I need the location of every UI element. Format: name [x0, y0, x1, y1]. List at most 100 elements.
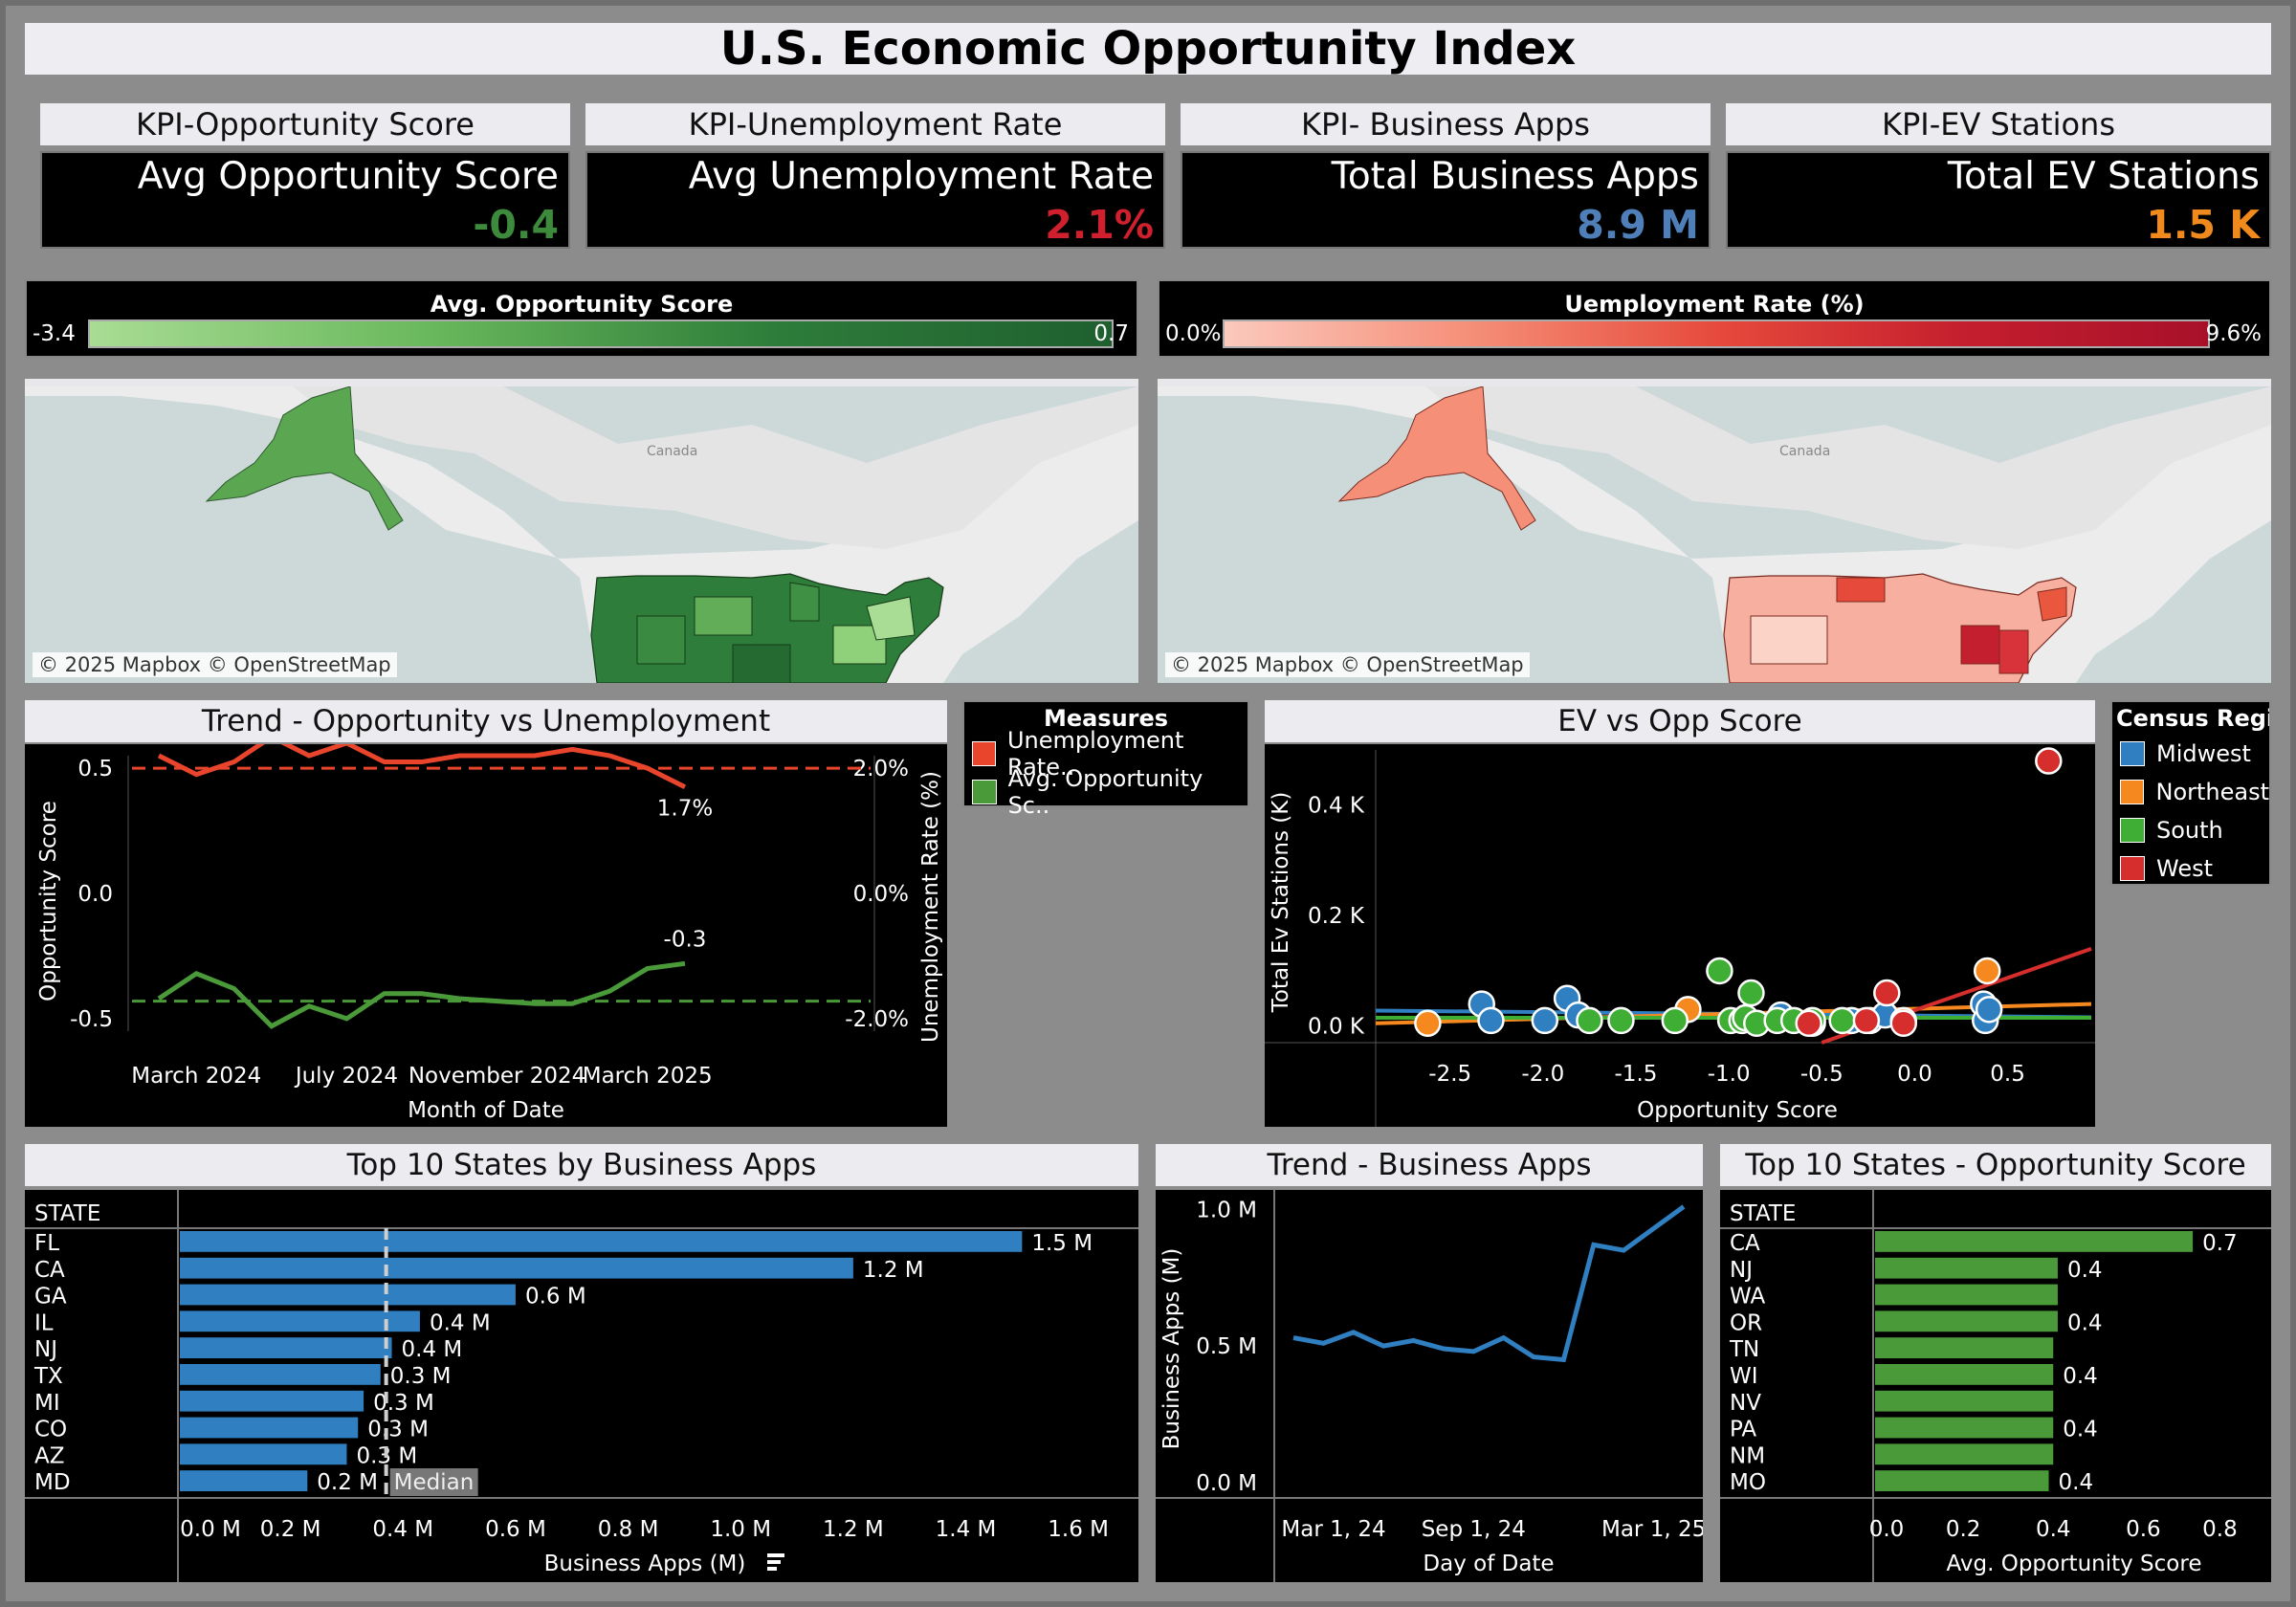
bar-value-label: 0.4 M — [402, 1337, 463, 1362]
business-apps-bar — [180, 1390, 364, 1412]
kpi-card[interactable]: Total EV Stations 1.5 K — [1726, 151, 2271, 249]
state-label: NJ — [1730, 1258, 1753, 1283]
kpi-card[interactable]: Avg Unemployment Rate 2.1% — [585, 151, 1165, 249]
census-legend-item[interactable]: West — [2112, 849, 2269, 888]
state-label: CA — [34, 1258, 65, 1283]
measures-legend: Measures Unemployment Rate.. Avg. Opportu… — [962, 700, 1249, 819]
state-label: IL — [34, 1310, 54, 1335]
top-apps-svg: STATE FL 1.5 M CA 1.2 M GA 0.6 M IL 0.4 M NJ 0.4 M… — [25, 1190, 1138, 1582]
business-apps-bar — [180, 1443, 347, 1465]
x-tick-label: Sep 1, 24 — [1422, 1517, 1526, 1542]
state-label: AZ — [34, 1443, 65, 1468]
x-axis-title: Month of Date — [408, 1098, 564, 1123]
bar-value-label: 1.5 M — [1031, 1231, 1093, 1256]
business-apps-bar — [180, 1337, 392, 1358]
top-apps-chart[interactable]: STATE FL 1.5 M CA 1.2 M GA 0.6 M IL 0.4 M NJ 0.4 M… — [25, 1190, 1138, 1582]
x-tick-label: 1.2 M — [823, 1517, 884, 1542]
trend-apps-chart[interactable]: 1.0 M 0.5 M 0.0 M Mar 1, 24 Sep 1, 24 Mar 1, … — [1156, 1190, 1706, 1582]
kpi-label: Avg Unemployment Rate — [688, 155, 1154, 198]
dashboard-title: U.S. Economic Opportunity Index — [25, 23, 2271, 75]
sort-icon — [767, 1567, 777, 1571]
unemp-map-credit[interactable]: © 2025 Mapbox © OpenStreetMap — [1165, 652, 1530, 677]
opportunity-bar — [1875, 1231, 2194, 1252]
left-tick-label: -0.5 — [70, 1007, 113, 1032]
state-label: NV — [1730, 1391, 1761, 1416]
bar-value-label: 0.6 M — [525, 1285, 586, 1310]
opportunity-bar — [1875, 1443, 2054, 1465]
kpi-card[interactable]: Avg Opportunity Score -0.4 — [40, 151, 570, 249]
legend-swatch — [2120, 741, 2145, 766]
x-tick-label: 0.6 — [2126, 1517, 2161, 1542]
opp-color-legend: Avg. Opportunity Score -3.4 0.7 — [25, 279, 1138, 358]
state-label: OR — [1730, 1310, 1762, 1335]
bar-value-label: 0.3 M — [367, 1418, 429, 1442]
y-tick-label: 0.5 M — [1196, 1334, 1257, 1359]
opp-map-credit[interactable]: © 2025 Mapbox © OpenStreetMap — [33, 652, 397, 677]
kpi-header: KPI-EV Stations — [1726, 103, 2271, 145]
y-axis-title: Total Ev Stations (K) — [1269, 792, 1293, 1014]
opp-legend-min: -3.4 — [33, 321, 76, 346]
business-apps-bar — [180, 1284, 516, 1306]
census-legend-item[interactable]: South — [2112, 811, 2269, 849]
kpi-card[interactable]: Total Business Apps 8.9 M — [1181, 151, 1711, 249]
opportunity-map[interactable]: Canada © 2025 Mapbox © OpenStreetMap — [25, 379, 1138, 683]
state-label: GA — [34, 1285, 67, 1310]
column-header-state: STATE — [1730, 1201, 1796, 1226]
trend-opp-unemp-chart[interactable]: 0.5 0.0 -0.5 2.0% 0.0% -2.0% March 2024 July 20… — [25, 734, 947, 1127]
kpi-header: KPI-Opportunity Score — [40, 103, 570, 145]
unemployment-map[interactable]: Canada © 2025 Mapbox © OpenStreetMap — [1158, 379, 2271, 683]
left-tick-label: 0.0 — [77, 882, 113, 907]
x-tick-label: 1.6 M — [1048, 1517, 1109, 1542]
x-tick-label: Mar 1, 25 — [1601, 1517, 1703, 1542]
x-tick-label: -0.5 — [1800, 1062, 1843, 1087]
top-opp-svg: STATE CA 0.7 NJ 0.4 WAOR 0.4 TNWI 0.4 NVPA 0.4 NMMO… — [1720, 1190, 2271, 1582]
trend-opp-unemp-svg: 0.5 0.0 -0.5 2.0% 0.0% -2.0% March 2024 July 20… — [36, 734, 943, 1123]
scatter-point-west — [1873, 979, 1901, 1007]
state-label: PA — [1730, 1418, 1756, 1442]
x-tick-label: 0.6 M — [485, 1517, 546, 1542]
scatter-point-south — [1661, 1006, 1689, 1035]
x-axis-title: Business Apps (M) — [544, 1552, 746, 1576]
kpi-header: KPI-Unemployment Rate — [585, 103, 1165, 145]
unemp-legend-title: Uemployment Rate (%) — [1564, 291, 1865, 318]
scatter-point-midwest — [1531, 1006, 1559, 1035]
census-legend-item[interactable]: Midwest — [2112, 735, 2269, 773]
legend-label: Northeast — [2155, 779, 2269, 805]
kpi-value: -0.4 — [473, 202, 559, 248]
scatter-point-west — [2035, 747, 2063, 775]
x-axis-title: Day of Date — [1423, 1552, 1554, 1576]
left-tick-label: 0.5 — [77, 757, 113, 781]
business-apps-trend-line — [1292, 1204, 1686, 1363]
unemp-legend-max: 9.6% — [2205, 321, 2262, 346]
census-legend-item[interactable]: Northeast — [2112, 773, 2269, 811]
legend-label: Avg. Opportunity Sc.. — [1007, 765, 1203, 819]
scatter-point-south — [1828, 1006, 1856, 1035]
state-label: NJ — [34, 1337, 57, 1362]
bar-value-label: 0.4 M — [430, 1310, 491, 1335]
ev-vs-opp-chart[interactable]: 0.4 K 0.2 K 0.0 K -2.5 -2.0 -1.5 -1.0 -0.5 0.0 0.… — [1265, 744, 2095, 1127]
legend-label: Midwest — [2156, 740, 2251, 767]
x-tick-label: March 2025 — [583, 1064, 713, 1089]
unemp-gradient-bar — [1223, 319, 2210, 348]
x-tick-label: November 2024 — [408, 1064, 586, 1089]
opportunity-bar — [1875, 1364, 2054, 1385]
y-tick-label: 0.2 K — [1308, 904, 1365, 929]
state-label: CA — [1730, 1231, 1760, 1256]
x-tick-label: 0.2 M — [260, 1517, 321, 1542]
opp-map-canvas: Canada — [25, 386, 1138, 683]
y-tick-label: 0.0 M — [1196, 1471, 1257, 1496]
bar-value-label: 0.3 M — [373, 1391, 434, 1416]
opp-gradient-bar — [88, 319, 1114, 348]
x-tick-label: 1.0 M — [710, 1517, 771, 1542]
opp-legend-max: 0.7 — [1093, 321, 1129, 346]
top-opp-chart[interactable]: STATE CA 0.7 NJ 0.4 WA OR 0.4 TN WI 0.4 NV PA 0.4 NM MO… — [1720, 1190, 2271, 1582]
census-legend-title: Census Regi.. — [2116, 705, 2269, 732]
kpi-header: KPI- Business Apps — [1181, 103, 1711, 145]
business-apps-bar — [180, 1231, 1023, 1252]
state-label: MO — [1730, 1470, 1766, 1495]
opportunity-bar — [1875, 1390, 2054, 1412]
x-tick-label: 0.0 M — [180, 1517, 241, 1542]
business-apps-bar — [180, 1310, 420, 1332]
right-tick-label: -2.0% — [845, 1007, 909, 1032]
x-tick-label: 1.4 M — [936, 1517, 997, 1542]
